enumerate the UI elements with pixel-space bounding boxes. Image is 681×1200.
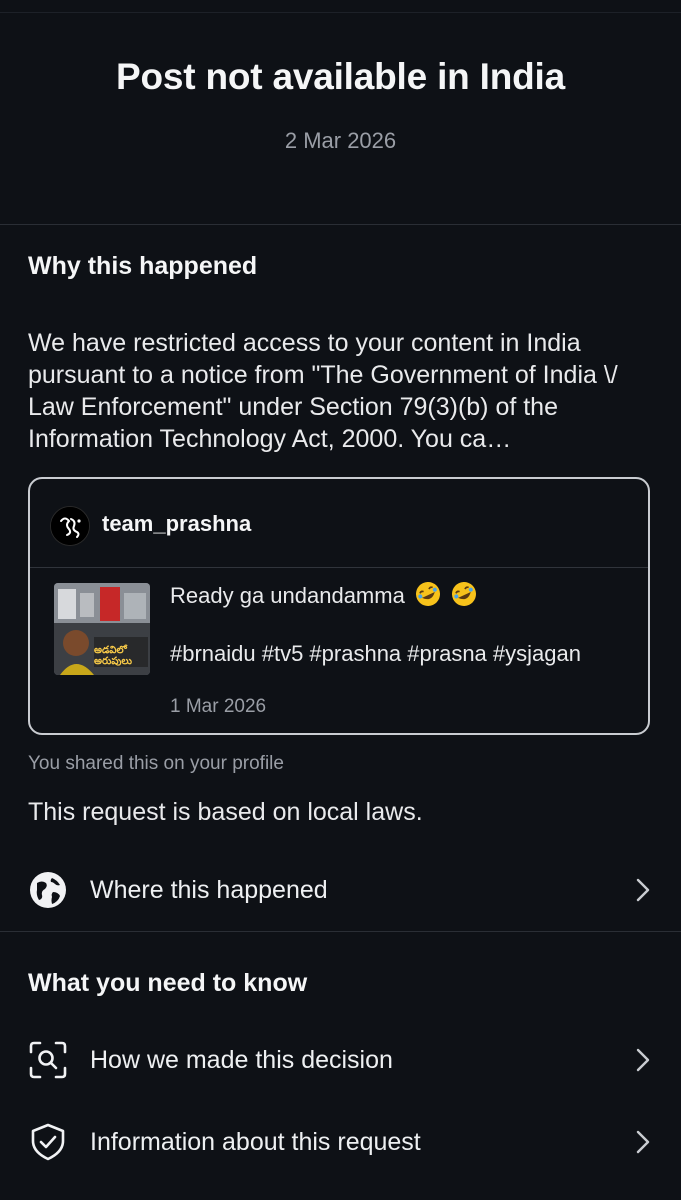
chevron-right-icon bbox=[636, 878, 650, 902]
chevron-right-icon bbox=[636, 1048, 650, 1072]
shared-note: You shared this on your profile bbox=[28, 753, 284, 774]
why-body-text[interactable]: We have restricted access to your conten… bbox=[28, 327, 653, 455]
post-thumbnail[interactable]: అడవిలో అరుపులు bbox=[54, 583, 150, 675]
page-title: Post not available in India bbox=[116, 56, 565, 97]
shield-check-icon bbox=[31, 1123, 65, 1161]
rofl-emoji-icon bbox=[452, 582, 477, 606]
post-card[interactable]: team_prashna అడవిలో అరుపులు Ready ga und… bbox=[28, 477, 650, 735]
scan-search-icon bbox=[29, 1041, 67, 1079]
post-username[interactable]: team_prashna bbox=[102, 511, 251, 537]
chevron-right-icon bbox=[636, 1130, 650, 1154]
page-date: 2 Mar 2026 bbox=[284, 128, 397, 153]
where-row-label: Where this happened bbox=[90, 876, 328, 904]
why-heading: Why this happened bbox=[28, 252, 258, 280]
post-hashtags[interactable]: #brnaidu #tv5 #prashna #prasna #ysjagan bbox=[170, 639, 630, 668]
avatar[interactable] bbox=[50, 506, 90, 546]
section-divider bbox=[0, 931, 681, 932]
know-heading: What you need to know bbox=[28, 969, 308, 997]
post-card-header: team_prashna bbox=[30, 479, 648, 568]
laws-text: This request is based on local laws. bbox=[28, 798, 423, 826]
rofl-emoji-icon bbox=[415, 582, 440, 606]
where-this-happened-row[interactable]: Where this happened bbox=[0, 860, 681, 920]
post-text[interactable]: Ready ga undandamma bbox=[170, 581, 630, 610]
post-text-content: Ready ga undandamma bbox=[170, 583, 405, 608]
post-date: 1 Mar 2026 bbox=[170, 696, 267, 717]
information-about-request-row[interactable]: Information about this request bbox=[0, 1112, 681, 1172]
info-row-label: Information about this request bbox=[90, 1128, 421, 1156]
top-divider bbox=[0, 12, 681, 13]
how-we-made-decision-row[interactable]: How we made this decision bbox=[0, 1030, 681, 1090]
globe-icon bbox=[30, 872, 66, 908]
how-row-label: How we made this decision bbox=[90, 1046, 393, 1074]
thumbnail-caption: అడవిలో అరుపులు bbox=[94, 645, 132, 667]
section-divider bbox=[0, 224, 681, 225]
